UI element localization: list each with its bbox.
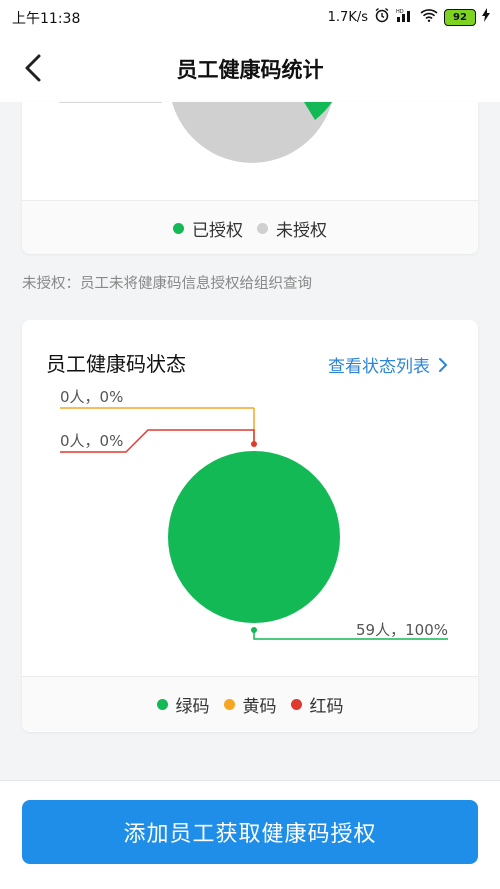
battery-icon: 92: [444, 8, 476, 26]
leader-dot-red: [251, 441, 257, 447]
nav-bar: 员工健康码统计: [0, 34, 500, 102]
label-green-count: 59人，100%: [356, 621, 448, 639]
add-employee-button[interactable]: 添加员工获取健康码授权: [22, 800, 478, 864]
unauthorized-note: 未授权：员工未将健康码信息授权给组织查询: [22, 276, 312, 292]
health-legend: 绿码 黄码 红码: [22, 676, 478, 731]
legend-dot-red: [290, 698, 302, 710]
status-time: 上午11:38: [12, 11, 81, 27]
charging-icon: [482, 8, 490, 26]
leader-dot-green: [251, 627, 257, 633]
network-speed: 1.7K/s: [327, 9, 368, 25]
status-icons: 1.7K/s HD 92: [328, 7, 490, 27]
legend-item-red: 红码: [290, 692, 344, 717]
legend-dot-gray: [257, 222, 268, 234]
legend-item-unauthorized: 未授权: [257, 216, 327, 241]
label-yellow-count: 0人，0%: [60, 388, 124, 406]
health-pie-chart: [60, 407, 448, 640]
legend-label-yellow: 黄码: [242, 696, 277, 717]
signal-icon: HD: [396, 8, 414, 26]
status-bar: 上午11:38 1.7K/s HD 92: [0, 0, 500, 34]
auth-legend: 已授权 未授权: [22, 200, 478, 254]
legend-dot-green: [173, 222, 184, 234]
label-red-count: 0人，0%: [60, 432, 124, 450]
legend-dot-green: [156, 698, 168, 710]
legend-item-authorized: 已授权: [173, 216, 243, 241]
legend-item-yellow: 黄码: [223, 692, 277, 717]
legend-label-authorized: 已授权: [192, 220, 243, 241]
pie-slice-green: [168, 451, 340, 623]
legend-item-green: 绿码: [156, 692, 210, 717]
health-status-card: 员工健康码状态 查看状态列表 0人，0% 0人，0% 59人，100% 绿码 黄…: [22, 320, 478, 732]
legend-label-red: 红码: [309, 696, 344, 717]
legend-label-unauthorized: 未授权: [276, 220, 327, 241]
alarm-icon: [374, 7, 390, 27]
auth-pie-chart: [59, 102, 332, 163]
pie-slice-unauthorized: [172, 102, 332, 163]
legend-label-green: 绿码: [175, 696, 210, 717]
wifi-icon: [420, 8, 438, 26]
legend-dot-yellow: [223, 698, 235, 710]
auth-card: 已授权 未授权: [22, 102, 478, 254]
svg-text:HD: HD: [396, 9, 404, 15]
page-title: 员工健康码统计: [176, 58, 324, 82]
